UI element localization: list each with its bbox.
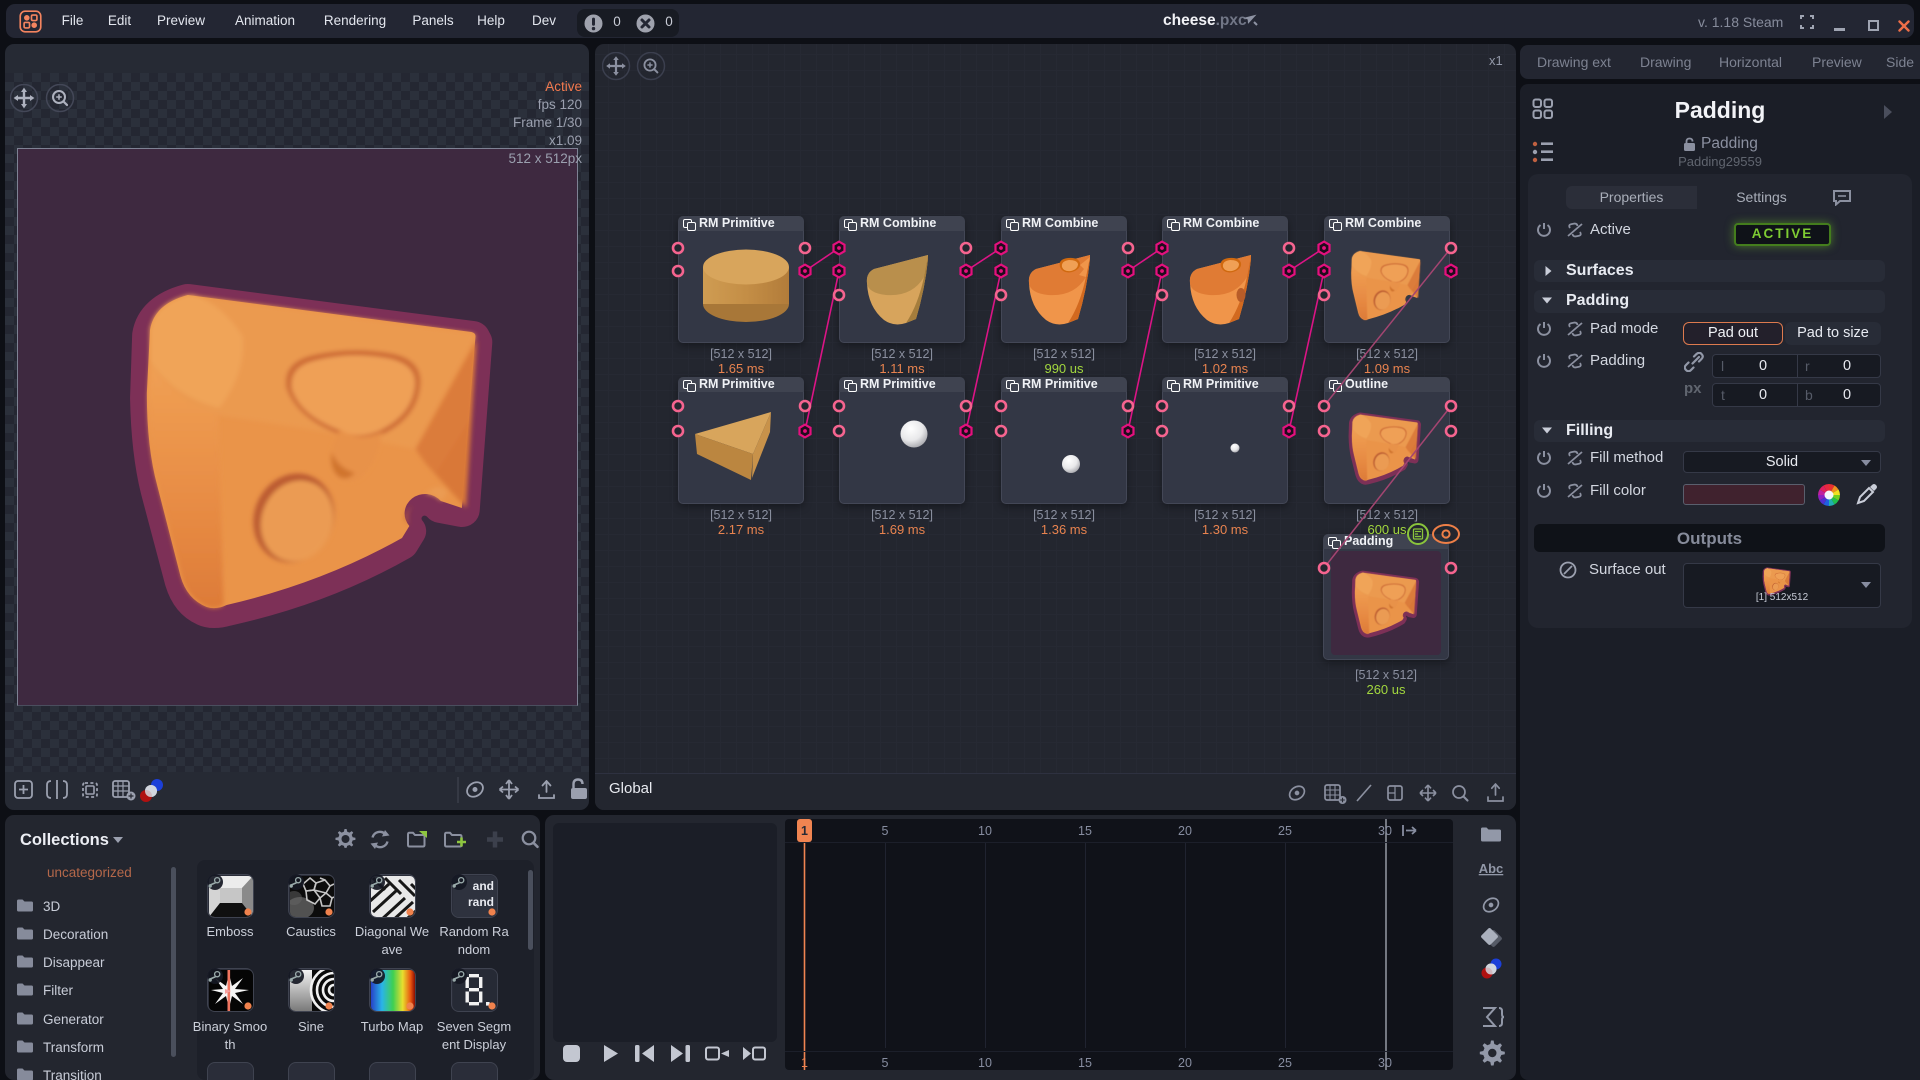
svg-text:15: 15 [1078,824,1092,838]
svg-text:5: 5 [882,1056,889,1070]
svg-text:30: 30 [1378,1056,1392,1070]
svg-text:Abc: Abc [1479,861,1504,876]
svg-text:5: 5 [882,824,889,838]
svg-text:10: 10 [978,1056,992,1070]
svg-text:1: 1 [801,1056,808,1070]
svg-text:30: 30 [1378,824,1392,838]
svg-text:25: 25 [1278,1056,1292,1070]
svg-text:10: 10 [978,824,992,838]
svg-text:1: 1 [801,824,808,838]
svg-text:15: 15 [1078,1056,1092,1070]
svg-text:25: 25 [1278,824,1292,838]
svg-text:20: 20 [1178,1056,1192,1070]
svg-text:20: 20 [1178,824,1192,838]
